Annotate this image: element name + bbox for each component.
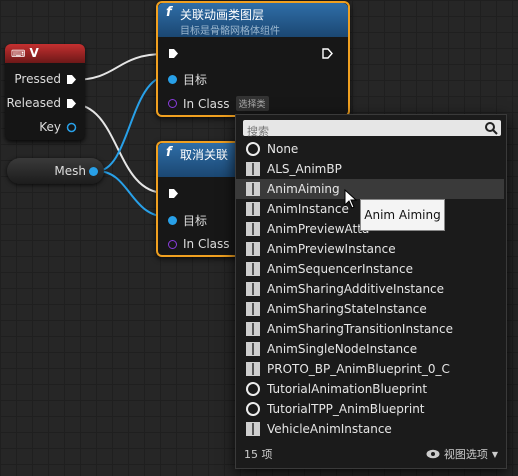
menu-item-label: AnimAiming [267, 182, 340, 196]
menu-item-label: PROTO_BP_AnimBlueprint_0_C [267, 362, 450, 376]
menu-item-label: AnimSharingTransitionInstance [267, 322, 453, 336]
target-pin-label: 目标 [183, 73, 208, 87]
menu-item-label: AnimInstance [267, 202, 349, 216]
menu-item-label: VehicleAnimInstance [267, 422, 392, 436]
class-pin-icon[interactable] [168, 99, 177, 108]
circle-icon [246, 382, 260, 396]
menu-item[interactable]: AnimSharingStateInstance [236, 299, 504, 319]
node-title: 取消关联 [180, 148, 229, 162]
book-icon [246, 242, 260, 256]
circle-icon [246, 142, 260, 156]
menu-item[interactable]: AnimSharingAdditiveInstance [236, 279, 504, 299]
book-icon [246, 322, 260, 336]
exec-in-row[interactable] [168, 188, 179, 199]
tooltip: Anim Aiming [360, 199, 445, 231]
released-pin-label: Released [6, 96, 61, 110]
unlink-anim-class-layers-node[interactable]: f 取消关联 目标 In Class [156, 141, 246, 257]
menu-item[interactable]: AnimPreviewInstance [236, 239, 504, 259]
search-icon[interactable] [484, 121, 498, 135]
class-picker-menu[interactable]: None ALS_AnimBP AnimAiming AnimInstance Anim… [235, 114, 507, 469]
menu-item[interactable]: AnimSingleNodeInstance [236, 339, 504, 359]
released-pin-row[interactable]: Released [6, 96, 77, 110]
node-header[interactable]: f 关联动画类图层 目标是骨骼网格体组件 [158, 3, 348, 37]
chevron-down-icon: ▼ [491, 449, 498, 459]
node-header[interactable]: f 取消关联 [158, 143, 246, 177]
mesh-variable-node[interactable]: Mesh [7, 158, 104, 184]
in-class-pin-row[interactable]: In Class [168, 237, 230, 251]
exec-in-row[interactable] [168, 48, 179, 59]
book-icon [246, 222, 260, 236]
target-pin-row[interactable]: 目标 [168, 212, 207, 229]
book-icon [246, 202, 260, 216]
item-count: 15 项 [244, 448, 273, 461]
menu-item-label: AnimSharingAdditiveInstance [267, 282, 445, 296]
menu-item[interactable]: AnimSharingTransitionInstance [236, 319, 504, 339]
object-pin-icon[interactable] [168, 216, 177, 225]
link-anim-class-layers-node[interactable]: f 关联动画类图层 目标是骨骼网格体组件 目标 In Class 选择类 [156, 1, 350, 117]
exec-pin-icon[interactable] [322, 48, 333, 59]
menu-item-label: ALS_AnimBP [267, 162, 342, 176]
search-input[interactable] [243, 123, 481, 140]
menu-item[interactable]: None [236, 139, 504, 159]
class-select-dropdown[interactable]: 选择类 [235, 96, 269, 111]
in-class-label: In Class [183, 96, 230, 111]
exec-wire-pressed [71, 53, 166, 81]
circle-icon [246, 402, 260, 416]
book-icon [246, 422, 260, 436]
book-icon [246, 162, 260, 176]
view-options-button[interactable]: 视图选项 ▼ [426, 446, 498, 462]
pressed-pin-label: Pressed [14, 72, 61, 86]
exec-out-row[interactable] [322, 48, 333, 59]
function-icon: f [166, 145, 172, 160]
mouse-cursor-icon [344, 189, 358, 209]
menu-item[interactable]: TutorialAnimationBlueprint [236, 379, 504, 399]
view-options-label: 视图选项 [443, 448, 488, 461]
exec-pin-icon[interactable] [168, 188, 179, 199]
menu-item[interactable]: TutorialTPP_AnimBlueprint [236, 399, 504, 419]
node-title: 关联动画类图层 [180, 8, 265, 22]
keyboard-icon: ⌨ [11, 49, 26, 60]
target-pin-row[interactable]: 目标 [168, 71, 207, 88]
menu-item-label: AnimSequencerInstance [267, 262, 414, 276]
book-icon [246, 282, 260, 296]
target-pin-label: 目标 [183, 214, 208, 228]
input-node-title: V [29, 46, 39, 60]
key-pin-row[interactable]: Key [39, 120, 77, 134]
menu-item[interactable]: AnimAiming [236, 179, 504, 199]
menu-item-label: TutorialTPP_AnimBlueprint [267, 402, 425, 416]
book-icon [246, 302, 260, 316]
menu-item[interactable]: ALS_AnimBP [236, 159, 504, 179]
object-pin-icon[interactable] [89, 167, 98, 176]
menu-item-label: TutorialAnimationBlueprint [267, 382, 428, 396]
menu-item-label: AnimSingleNodeInstance [267, 342, 418, 356]
menu-item-label: AnimPreviewAtta [267, 222, 370, 236]
object-pin-icon[interactable] [168, 75, 177, 84]
eye-icon [426, 449, 440, 459]
book-icon [246, 182, 260, 196]
exec-pin-icon[interactable] [66, 74, 77, 85]
input-node-header[interactable]: ⌨ V [5, 44, 85, 63]
menu-item-label: AnimSharingStateInstance [267, 302, 427, 316]
menu-item-label: None [267, 142, 299, 156]
book-icon [246, 262, 260, 276]
menu-item[interactable]: AnimSequencerInstance [236, 259, 504, 279]
search-box[interactable] [243, 120, 501, 140]
function-icon: f [166, 5, 172, 20]
exec-pin-icon[interactable] [168, 48, 179, 59]
menu-item[interactable]: VehicleAnimInstance [236, 419, 504, 439]
key-pin-label: Key [39, 120, 61, 134]
node-subtitle: 目标是骨骼网格体组件 [180, 26, 280, 37]
mesh-label: Mesh [54, 164, 86, 178]
class-pin-icon[interactable] [168, 239, 177, 249]
pressed-pin-row[interactable]: Pressed [14, 72, 77, 86]
struct-pin-icon[interactable] [66, 122, 77, 133]
exec-pin-icon[interactable] [66, 98, 77, 109]
book-icon [246, 362, 260, 376]
in-class-pin-row[interactable]: In Class 选择类 [168, 96, 269, 111]
input-key-node[interactable]: ⌨ V Pressed Released Key [5, 44, 85, 140]
book-icon [246, 342, 260, 356]
menu-item[interactable]: PROTO_BP_AnimBlueprint_0_C [236, 359, 504, 379]
in-class-label: In Class [183, 237, 230, 251]
menu-item-label: AnimPreviewInstance [267, 242, 396, 256]
